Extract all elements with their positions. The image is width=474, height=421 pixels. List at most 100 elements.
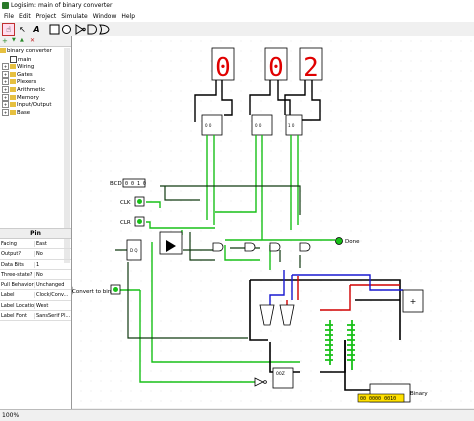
register-block: 1 0 [285,114,303,136]
attr-key: Label Location [1,302,34,309]
attr-value[interactable]: East [34,241,72,247]
expand-icon[interactable]: + [2,78,9,86]
attr-row-facing[interactable]: Facing East [0,239,72,250]
or-gate-tool-icon[interactable] [98,23,111,36]
expand-icon[interactable]: + [2,70,9,78]
folder-icon [10,71,16,77]
output-pin-tool-icon[interactable] [60,23,73,36]
tree-item-plexers[interactable]: + Plexers [0,78,71,86]
zoom-level[interactable]: 100% [2,412,19,419]
register-label: 0 0 [255,123,262,128]
attr-row-label-font[interactable]: Label Font SansSerif Pl... [0,311,72,322]
flip-flop [159,231,183,255]
attr-value[interactable]: No [34,271,72,278]
bcd-value: 0 0 1 0 [125,181,146,187]
attr-value[interactable]: SansSerif Pl... [34,313,72,320]
flip-flop: D Q [126,239,142,261]
menu-help[interactable]: Help [120,13,136,20]
attr-row-three-state[interactable]: Three-state? No [0,270,72,281]
tree-item-wiring[interactable]: + Wiring [0,63,71,71]
digit-tens: 0 [268,53,284,83]
window-title: Logisim: main of binary converter [11,2,113,9]
attr-key: Pull Behavior [1,282,34,289]
menu-project[interactable]: Project [35,13,58,20]
counter-block: 00Z [272,367,294,389]
clr-label: CLR [120,220,131,226]
attr-row-output[interactable]: Output? No [0,249,72,260]
seven-segment-display: 2 [299,47,323,83]
tree-item-label: Arithmetic [17,86,46,93]
attr-value[interactable]: 1 [34,261,72,268]
circuit-diagram[interactable]: 0 0 2 0 0 0 0 1 0 BCD 0 0 1 0 CLK CLR D … [51,36,474,408]
menu-simulate[interactable]: Simulate [60,13,89,20]
bcd-input[interactable]: BCD 0 0 1 0 [110,178,146,188]
seven-segment-display: 0 [264,47,288,83]
move-up-icon[interactable]: ▲ [20,37,24,43]
counter-label: 00Z [276,371,285,377]
attr-key: Label [1,292,15,299]
tree-project[interactable]: binary converter [0,48,71,56]
register-block: 0 0 [201,114,223,136]
expand-icon[interactable]: + [2,101,9,109]
binary-value: 00 0000 0010 [360,396,396,402]
tree-item-label: Wiring [17,64,35,71]
menu-bar: File Edit Project Simulate Window Help [0,11,474,22]
circuit-canvas[interactable]: 0 0 2 0 0 0 0 1 0 BCD 0 0 1 0 CLK CLR D … [51,36,474,408]
menu-edit[interactable]: Edit [18,13,32,20]
folder-icon [10,79,16,85]
explorer-toolbar: + ▼ ▲ ✕ [0,36,71,47]
done-output: Done [335,237,360,245]
explorer-panel: + ▼ ▲ ✕ binary converter main + Wiring + G… [0,36,72,410]
digit-hundreds: 0 [215,53,231,83]
folder-icon [10,102,16,108]
tree-item-main[interactable]: main [0,55,71,64]
expand-icon[interactable]: + [2,63,9,71]
done-label: Done [345,239,360,245]
attr-row-pull-behavior[interactable]: Pull Behavior Unchanged [0,280,72,291]
expand-icon[interactable]: + [2,93,9,101]
add-circuit-icon[interactable]: + [2,37,8,45]
tree-item-label: main [18,56,32,63]
text-tool-icon[interactable]: A [30,23,43,36]
folder-icon [10,109,16,115]
tree-item-label: Input/Output [17,102,52,109]
tree-item-label: Memory [17,94,39,101]
tree-item-label: Base [17,109,31,116]
attr-row-data-bits[interactable]: Data Bits 1 [0,260,71,270]
expand-icon[interactable]: + [2,85,9,93]
tree-item-input-output[interactable]: + Input/Output [0,101,71,109]
circuit-icon [10,55,17,63]
tree-item-memory[interactable]: + Memory [0,93,71,102]
clk-label: CLK [120,200,131,206]
tree-item-base[interactable]: + Base [0,108,71,117]
poke-tool-icon[interactable]: ☝ [2,23,15,36]
status-bar: 100% [0,409,474,421]
menu-file[interactable]: File [3,13,15,20]
tree-item-gates[interactable]: + Gates [0,70,71,79]
delete-circuit-icon[interactable]: ✕ [30,37,35,44]
expand-icon[interactable]: + [2,108,9,116]
logisim-logo-icon [2,2,9,9]
attr-value[interactable]: Clock/Conv... [34,292,72,299]
folder-icon [10,94,16,100]
attr-row-label[interactable]: Label Clock/Conv... [0,290,72,301]
move-down-icon[interactable]: ▼ [12,37,16,43]
seven-segment-display: 0 [211,47,235,83]
tree-item-label: Plexers [17,79,37,86]
folder-icon [10,64,16,70]
attr-value[interactable]: Unchanged [34,282,72,289]
main-toolbar: ☝ ↖ A [0,22,140,36]
attr-key: Facing [1,241,17,247]
folder-icon [10,86,16,92]
register-label: 1 0 [288,123,295,128]
attr-value[interactable]: No [34,251,72,258]
select-tool-icon[interactable]: ↖ [16,23,29,36]
attr-key: Output? [1,251,22,258]
adder-label: + [410,297,417,306]
register-label: 0 0 [205,123,212,128]
attr-row-label-location[interactable]: Label Location West [0,301,72,312]
attr-value[interactable]: West [34,302,72,309]
tree-item-arithmetic[interactable]: + Arithmetic [0,85,71,94]
menu-window[interactable]: Window [92,13,118,20]
folder-icon [0,48,6,53]
